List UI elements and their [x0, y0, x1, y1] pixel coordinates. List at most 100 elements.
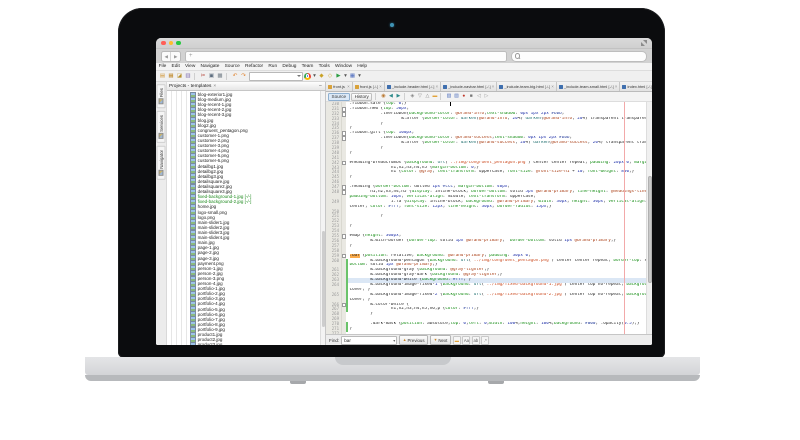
menu-item[interactable]: File: [156, 63, 169, 70]
stop-macro-icon[interactable]: ■: [468, 93, 474, 100]
file-type-icon: [387, 85, 391, 89]
forward-icon[interactable]: ▶: [395, 93, 401, 100]
whole-words-icon[interactable]: ab: [472, 336, 480, 345]
projects-scrollbar[interactable]: [320, 91, 325, 345]
editor-tab[interactable]: front.js [-/-] ×: [353, 82, 385, 91]
shift-right-icon[interactable]: ▷: [483, 93, 489, 100]
close-icon[interactable]: ×: [213, 84, 216, 89]
match-case-icon[interactable]: Aa: [462, 336, 470, 345]
scrollbar-thumb[interactable]: [322, 231, 325, 328]
paste-icon[interactable]: ▩: [217, 73, 224, 80]
menu-item[interactable]: Team: [299, 63, 316, 70]
back-icon[interactable]: ◀: [388, 93, 394, 100]
history-view-button[interactable]: History: [351, 93, 372, 101]
chevron-down-icon[interactable]: ▾: [393, 338, 396, 343]
new-project-icon[interactable]: ▦: [168, 73, 175, 80]
run-project-icon[interactable]: ▶: [335, 73, 342, 80]
profile-project-icon[interactable]: ▦: [349, 73, 356, 80]
tree-file-row[interactable]: product3.jpg: [167, 342, 325, 345]
comment-icon[interactable]: ▧: [446, 93, 452, 100]
menu-item[interactable]: View: [182, 63, 198, 70]
copy-icon[interactable]: ▣: [208, 73, 215, 80]
editor-tab[interactable]: _include-team-big.html [-/-] ×: [497, 82, 557, 91]
tab-close-icon[interactable]: ×: [551, 84, 553, 89]
back-icon[interactable]: ◀: [162, 52, 170, 61]
scrollbar-thumb[interactable]: [648, 176, 652, 282]
menu-item[interactable]: Refactor: [242, 63, 265, 70]
find-previous-icon[interactable]: △: [424, 93, 430, 100]
find-next-icon[interactable]: ▽: [417, 93, 423, 100]
menu-item[interactable]: Source: [222, 63, 242, 70]
traffic-light-close[interactable]: [161, 41, 166, 46]
redo-icon[interactable]: ↷: [240, 73, 247, 80]
editor-toolbar-icons: ◉◀▶ ◈▽△▬ ▧▨●■◁▷: [380, 93, 489, 100]
toolbar-separator[interactable]: [404, 93, 407, 100]
regex-icon[interactable]: .*: [481, 336, 489, 345]
undo-icon[interactable]: ↶: [232, 73, 239, 80]
menu-item[interactable]: Debug: [280, 63, 299, 70]
traffic-light-minimize[interactable]: [169, 41, 174, 46]
dropdown-arrow-icon[interactable]: ▾: [344, 73, 348, 80]
minimize-icon[interactable]: −: [319, 83, 323, 89]
highlight-results-icon[interactable]: ▬: [453, 336, 461, 345]
clean-build-icon[interactable]: ◇: [327, 73, 334, 80]
toolbar-separator[interactable]: [194, 73, 197, 80]
search-field[interactable]: [511, 51, 647, 62]
menu-item[interactable]: Tools: [316, 63, 332, 70]
forward-icon[interactable]: ▶: [170, 52, 179, 61]
browser-window: ◀▶ + FileEditViewNavigateSourceRefactorR…: [156, 38, 652, 345]
menu-item[interactable]: Navigate: [198, 63, 222, 70]
find-previous-button[interactable]: ▲Previous: [399, 335, 428, 345]
uncomment-icon[interactable]: ▨: [453, 93, 459, 100]
cut-icon[interactable]: ✂: [200, 73, 207, 80]
menu-item[interactable]: Edit: [169, 63, 182, 70]
editor-tab[interactable]: _include-team-small.html [-/-] ×: [557, 82, 621, 91]
dropdown-arrow-icon[interactable]: ▾: [313, 73, 317, 80]
tab-close-icon[interactable]: ×: [436, 84, 438, 89]
editor-tab[interactable]: front.js ×: [326, 82, 353, 91]
side-tab[interactable]: Files: [157, 84, 166, 108]
find-input[interactable]: bar ▾: [341, 336, 397, 345]
toggle-highlight-icon[interactable]: ▬: [432, 93, 438, 100]
fullscreen-icon[interactable]: [641, 40, 647, 46]
toolbar-separator[interactable]: [440, 93, 443, 100]
new-file-icon[interactable]: ▤: [159, 73, 166, 80]
address-bar[interactable]: +: [185, 51, 507, 62]
line-number: 272: [326, 332, 342, 334]
nav-buttons: ◀▶: [161, 51, 181, 62]
tab-close-icon[interactable]: ×: [379, 84, 381, 89]
find-bar: Find: bar ▾ ▲Previous ▼Next ▬Aaab.*: [326, 334, 652, 345]
editor-toolbar: Source History ◉◀▶ ◈▽△▬ ▧▨●■◁▷: [326, 92, 652, 102]
find-selection-icon[interactable]: ◈: [409, 93, 415, 100]
build-project-icon[interactable]: ◆: [318, 73, 325, 80]
start-macro-icon[interactable]: ●: [461, 93, 467, 100]
menu-item[interactable]: Help: [355, 63, 370, 70]
dropdown-arrow-icon[interactable]: ▾: [358, 73, 362, 80]
traffic-light-zoom[interactable]: [176, 41, 181, 46]
code-line[interactable]: 272: [326, 332, 652, 334]
open-project-icon[interactable]: ◪: [176, 73, 183, 80]
menu-item[interactable]: Run: [266, 63, 280, 70]
side-tab[interactable]: Navigator: [157, 146, 166, 180]
toolbar-separator[interactable]: [226, 73, 229, 80]
code-area[interactable]: 230.ribbon.sale {top: 0;}231.ribbon.new …: [326, 102, 652, 334]
save-all-icon[interactable]: ▥: [185, 73, 192, 80]
last-edit-location-icon[interactable]: ◉: [380, 93, 386, 100]
configuration-combobox[interactable]: [249, 72, 303, 81]
shift-left-icon[interactable]: ◁: [476, 93, 482, 100]
side-tab[interactable]: Services: [157, 111, 166, 143]
find-label: Find:: [329, 338, 339, 343]
new-tab-icon[interactable]: +: [186, 52, 196, 60]
menu-item[interactable]: Window: [332, 63, 354, 70]
tab-close-icon[interactable]: ×: [347, 84, 349, 89]
browser-chrome-icon[interactable]: [304, 73, 311, 80]
tab-close-icon[interactable]: ×: [615, 84, 617, 89]
find-next-button[interactable]: ▼Next: [430, 335, 451, 345]
editor-tab[interactable]: _include-header.html [-/-] ×: [385, 82, 441, 91]
window-titlebar: [156, 38, 652, 49]
editor-scrollbar[interactable]: [646, 102, 652, 334]
editor-tab[interactable]: _include-navbar.html [-/-] ×: [441, 82, 497, 91]
source-view-button[interactable]: Source: [328, 93, 350, 101]
editor-tab[interactable]: index.html [-/-] ×: [620, 82, 652, 91]
tab-close-icon[interactable]: ×: [492, 84, 494, 89]
